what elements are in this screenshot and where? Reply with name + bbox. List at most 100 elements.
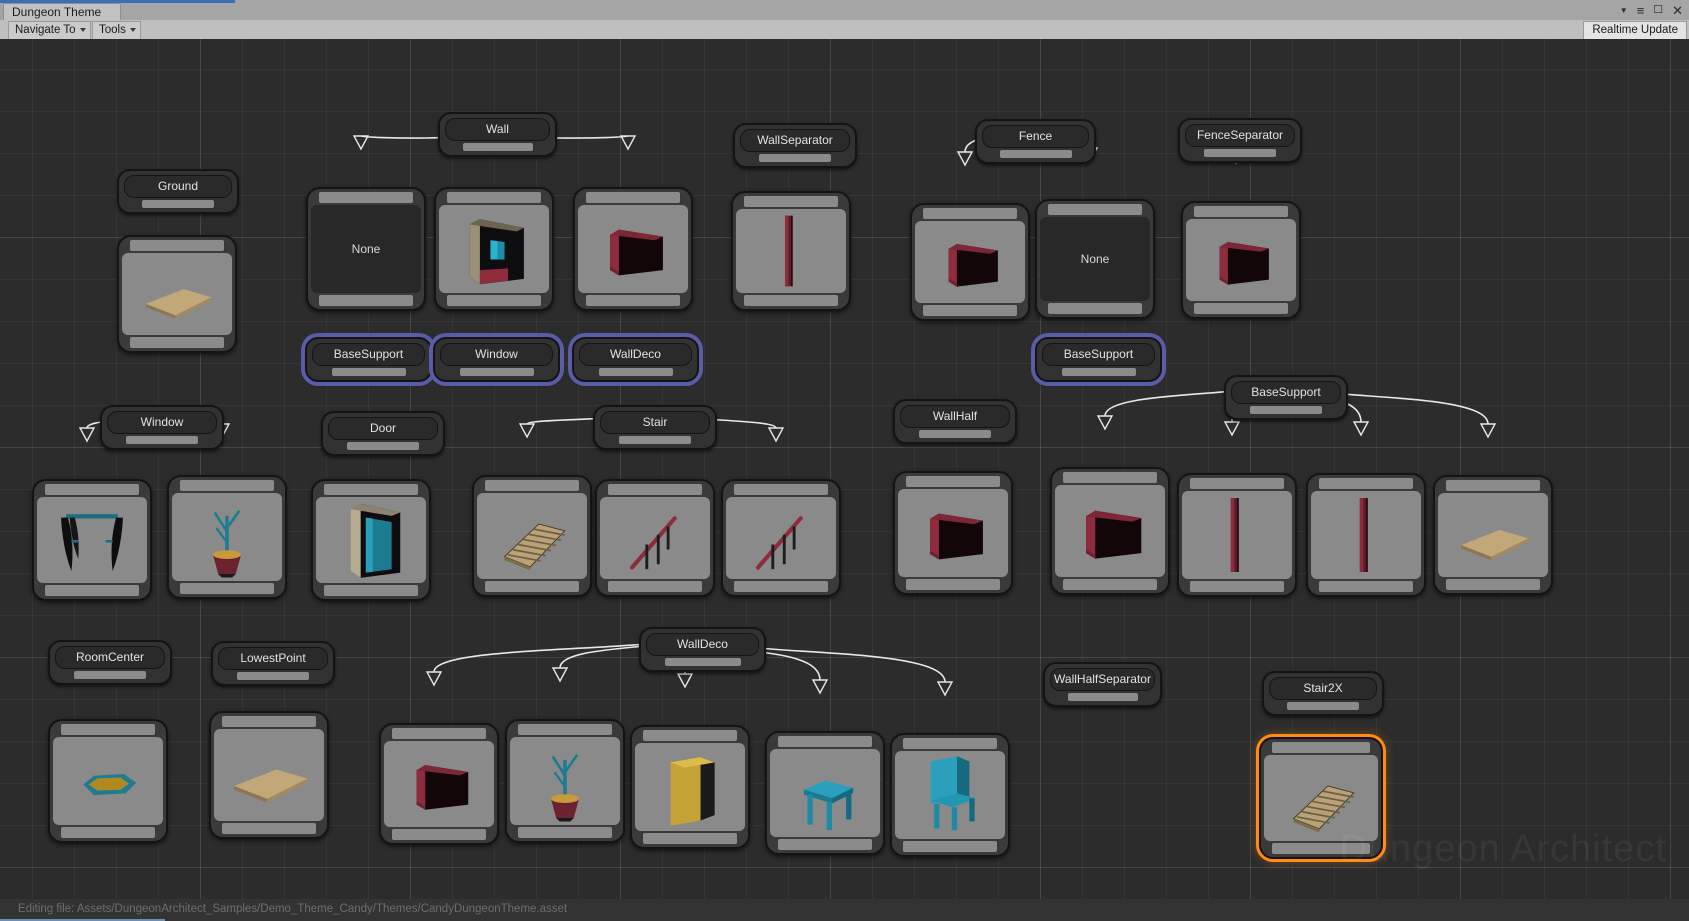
input-socket[interactable] — [1063, 472, 1157, 483]
output-socket[interactable] — [664, 658, 741, 666]
mesh-node-stairs[interactable] — [472, 475, 592, 597]
output-socket[interactable] — [1204, 149, 1276, 157]
output-socket[interactable] — [319, 295, 413, 306]
mesh-node-drape[interactable] — [32, 479, 152, 601]
output-socket[interactable] — [586, 295, 680, 306]
input-socket[interactable] — [1194, 206, 1288, 217]
output-socket[interactable] — [142, 200, 214, 208]
marker-node-fence[interactable]: Fence — [975, 119, 1096, 164]
realtime-update-toggle[interactable]: Realtime Update — [1583, 21, 1687, 40]
marker-node-walldeco[interactable]: WallDeco — [572, 337, 699, 382]
output-socket[interactable] — [643, 833, 737, 844]
output-socket[interactable] — [130, 337, 224, 348]
mesh-node-floor[interactable] — [117, 235, 237, 353]
marker-node-wallhalfseparator[interactable]: WallHalfSeparator — [1043, 662, 1162, 707]
output-socket[interactable] — [999, 150, 1072, 158]
output-socket[interactable] — [598, 368, 673, 376]
input-socket[interactable] — [778, 736, 872, 747]
input-socket[interactable] — [923, 208, 1017, 219]
mesh-node-plant[interactable] — [167, 475, 287, 599]
close-icon[interactable]: ✕ — [1672, 4, 1683, 17]
output-socket[interactable] — [74, 671, 146, 679]
marker-node-fenceseparator[interactable]: FenceSeparator — [1178, 118, 1302, 163]
output-socket[interactable] — [903, 841, 997, 852]
output-socket[interactable] — [392, 829, 486, 840]
marker-node-door[interactable]: Door — [321, 411, 445, 456]
input-socket[interactable] — [130, 240, 224, 251]
output-socket[interactable] — [518, 827, 612, 838]
mesh-node-wallred[interactable] — [379, 723, 499, 845]
chevron-down-icon[interactable]: ▼ — [1620, 4, 1628, 17]
marker-node-basesupport[interactable]: BaseSupport — [305, 337, 432, 382]
output-socket[interactable] — [1048, 303, 1142, 314]
output-socket[interactable] — [906, 579, 1000, 590]
mesh-node-wallred[interactable] — [1181, 201, 1301, 319]
marker-node-basesupport[interactable]: BaseSupport — [1224, 375, 1348, 420]
output-socket[interactable] — [619, 436, 691, 444]
mesh-node-shelf[interactable] — [630, 725, 750, 849]
marker-node-window[interactable]: Window — [433, 337, 560, 382]
output-socket[interactable] — [608, 581, 702, 592]
input-socket[interactable] — [586, 192, 680, 203]
output-socket[interactable] — [331, 368, 406, 376]
output-socket[interactable] — [222, 823, 316, 834]
output-socket[interactable] — [1067, 693, 1138, 701]
mesh-node-floor[interactable] — [1433, 475, 1553, 595]
output-socket[interactable] — [734, 581, 828, 592]
output-socket[interactable] — [459, 368, 534, 376]
marker-node-stair2x[interactable]: Stair2X — [1262, 671, 1384, 716]
output-socket[interactable] — [347, 442, 419, 450]
input-socket[interactable] — [1319, 478, 1413, 489]
marker-node-wallseparator[interactable]: WallSeparator — [733, 123, 857, 168]
output-socket[interactable] — [923, 305, 1017, 316]
output-socket[interactable] — [744, 295, 838, 306]
input-socket[interactable] — [485, 480, 579, 491]
input-socket[interactable] — [643, 730, 737, 741]
marker-node-window[interactable]: Window — [100, 405, 224, 450]
mesh-node-stool[interactable] — [765, 731, 885, 855]
mesh-node-pillar[interactable] — [1177, 473, 1297, 597]
input-socket[interactable] — [518, 724, 612, 735]
input-socket[interactable] — [906, 476, 1000, 487]
output-socket[interactable] — [45, 585, 139, 596]
input-socket[interactable] — [324, 484, 418, 495]
mesh-node-wallred[interactable] — [910, 203, 1030, 321]
marker-node-roomcenter[interactable]: RoomCenter — [48, 640, 172, 685]
mesh-node-stairs[interactable] — [1259, 737, 1383, 859]
output-socket[interactable] — [778, 839, 872, 850]
output-socket[interactable] — [1446, 579, 1540, 590]
input-socket[interactable] — [45, 484, 139, 495]
input-socket[interactable] — [608, 484, 702, 495]
marker-node-walldeco[interactable]: WallDeco — [639, 627, 766, 672]
output-socket[interactable] — [759, 154, 831, 162]
mesh-node-floor[interactable] — [209, 711, 329, 839]
output-socket[interactable] — [126, 436, 198, 444]
input-socket[interactable] — [1446, 480, 1540, 491]
output-socket[interactable] — [1061, 368, 1136, 376]
mesh-node-none[interactable]: None — [306, 187, 426, 311]
menu-icon[interactable]: ≡ — [1637, 4, 1645, 17]
mesh-node-rail[interactable] — [595, 479, 715, 597]
output-socket[interactable] — [324, 585, 418, 596]
output-socket[interactable] — [1194, 303, 1288, 314]
marker-node-wallhalf[interactable]: WallHalf — [893, 399, 1017, 444]
mesh-node-plant[interactable] — [505, 719, 625, 843]
output-socket[interactable] — [485, 581, 579, 592]
input-socket[interactable] — [392, 728, 486, 739]
input-socket[interactable] — [734, 484, 828, 495]
output-socket[interactable] — [1190, 581, 1284, 592]
navigate-to-button[interactable]: Navigate To — [8, 21, 91, 40]
marker-node-lowestpoint[interactable]: LowestPoint — [211, 641, 335, 686]
input-socket[interactable] — [447, 192, 541, 203]
output-socket[interactable] — [1063, 579, 1157, 590]
output-socket[interactable] — [237, 672, 309, 680]
output-socket[interactable] — [180, 583, 274, 594]
input-socket[interactable] — [180, 480, 274, 491]
tools-button[interactable]: Tools — [92, 21, 141, 40]
output-socket[interactable] — [61, 827, 155, 838]
input-socket[interactable] — [903, 738, 997, 749]
mesh-node-door[interactable] — [311, 479, 431, 601]
mesh-node-rail[interactable] — [721, 479, 841, 597]
output-socket[interactable] — [1287, 702, 1359, 710]
input-socket[interactable] — [61, 724, 155, 735]
